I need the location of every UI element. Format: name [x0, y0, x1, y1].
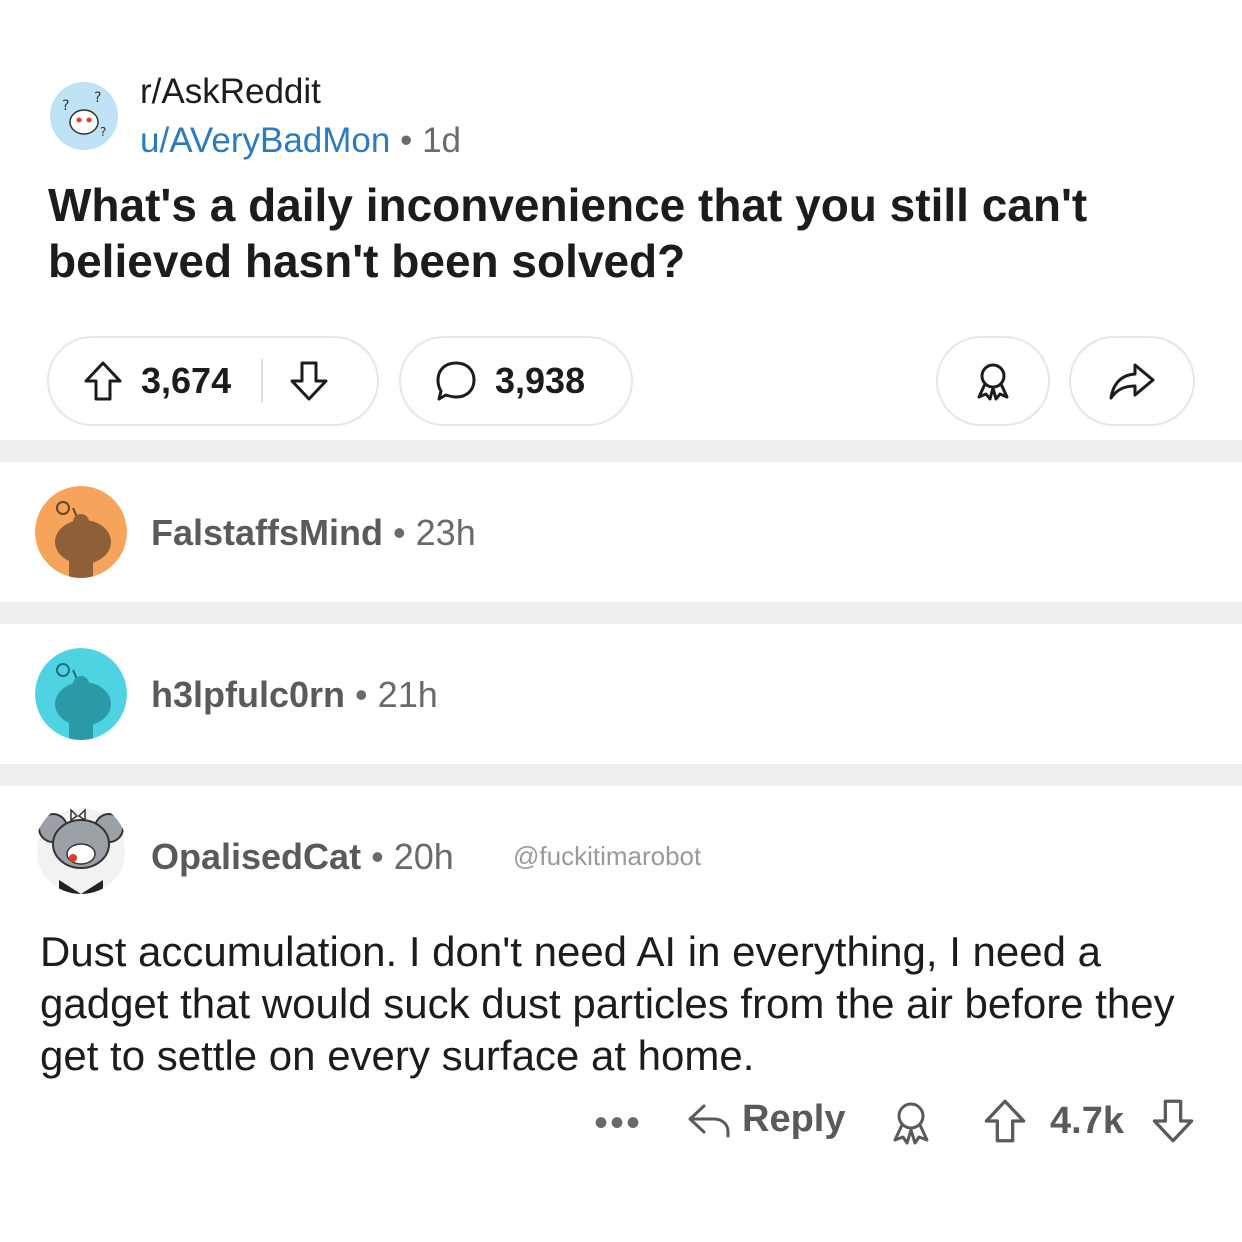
post-title[interactable]: What's a daily inconvenience that you st…: [48, 177, 1198, 289]
post-age: 1d: [422, 121, 462, 160]
share-button[interactable]: [1069, 336, 1195, 426]
post-score: 3,674: [141, 360, 232, 401]
comment-age: 20h: [393, 836, 454, 877]
award-icon[interactable]: [886, 1098, 936, 1146]
comment-author[interactable]: FalstaffsMind: [151, 512, 383, 553]
svg-text:?: ?: [94, 90, 101, 106]
comment-score: 4.7k: [1050, 1100, 1124, 1142]
comment-avatar[interactable]: [35, 802, 127, 894]
comment-avatar[interactable]: [35, 486, 127, 578]
meta-separator: •: [355, 674, 368, 715]
reply-icon: [686, 1100, 732, 1140]
award-button[interactable]: [936, 336, 1050, 426]
svg-text:?: ?: [100, 125, 106, 139]
upvote-icon[interactable]: [81, 359, 125, 403]
downvote-icon[interactable]: [1150, 1098, 1196, 1144]
more-options-button[interactable]: •••: [594, 1101, 642, 1146]
comment-age: 23h: [415, 512, 476, 553]
comment-author[interactable]: OpalisedCat: [151, 836, 361, 877]
vote-pill: 3,674: [47, 336, 379, 426]
downvote-icon[interactable]: [287, 359, 331, 403]
comment-age: 21h: [377, 674, 438, 715]
comment-meta: FalstaffsMind • 23h: [151, 512, 476, 554]
comment-meta: h3lpfulc0rn • 21h: [151, 674, 438, 716]
more-icon: •••: [594, 1101, 643, 1145]
reply-button[interactable]: Reply: [686, 1098, 845, 1141]
comment-body[interactable]: Dust accumulation. I don't need AI in ev…: [40, 926, 1210, 1082]
comment-avatar[interactable]: [35, 648, 127, 740]
meta-separator: •: [371, 836, 384, 877]
meta-separator: •: [400, 121, 413, 160]
section-divider: [0, 602, 1242, 624]
post-author[interactable]: u/AVeryBadMon: [140, 121, 390, 160]
watermark: @fuckitimarobot: [513, 841, 702, 871]
subreddit-name[interactable]: r/AskReddit: [140, 72, 321, 112]
section-divider: [0, 764, 1242, 786]
meta-separator: •: [393, 512, 406, 553]
post-meta: u/AVeryBadMon • 1d: [140, 121, 461, 161]
vote-separator: [261, 359, 264, 403]
comment-author[interactable]: h3lpfulc0rn: [151, 674, 345, 715]
reply-label: Reply: [742, 1098, 846, 1140]
share-icon: [1107, 359, 1157, 403]
comments-button[interactable]: 3,938: [399, 336, 633, 426]
comment-count: 3,938: [495, 360, 586, 401]
upvote-icon[interactable]: [982, 1098, 1028, 1144]
comment-meta: OpalisedCat • 20h: [151, 836, 454, 878]
comment-icon: [433, 358, 479, 404]
svg-text:?: ?: [62, 98, 69, 114]
award-icon: [971, 359, 1015, 403]
section-divider: [0, 440, 1242, 462]
subreddit-avatar[interactable]: ? ? ?: [50, 82, 118, 150]
